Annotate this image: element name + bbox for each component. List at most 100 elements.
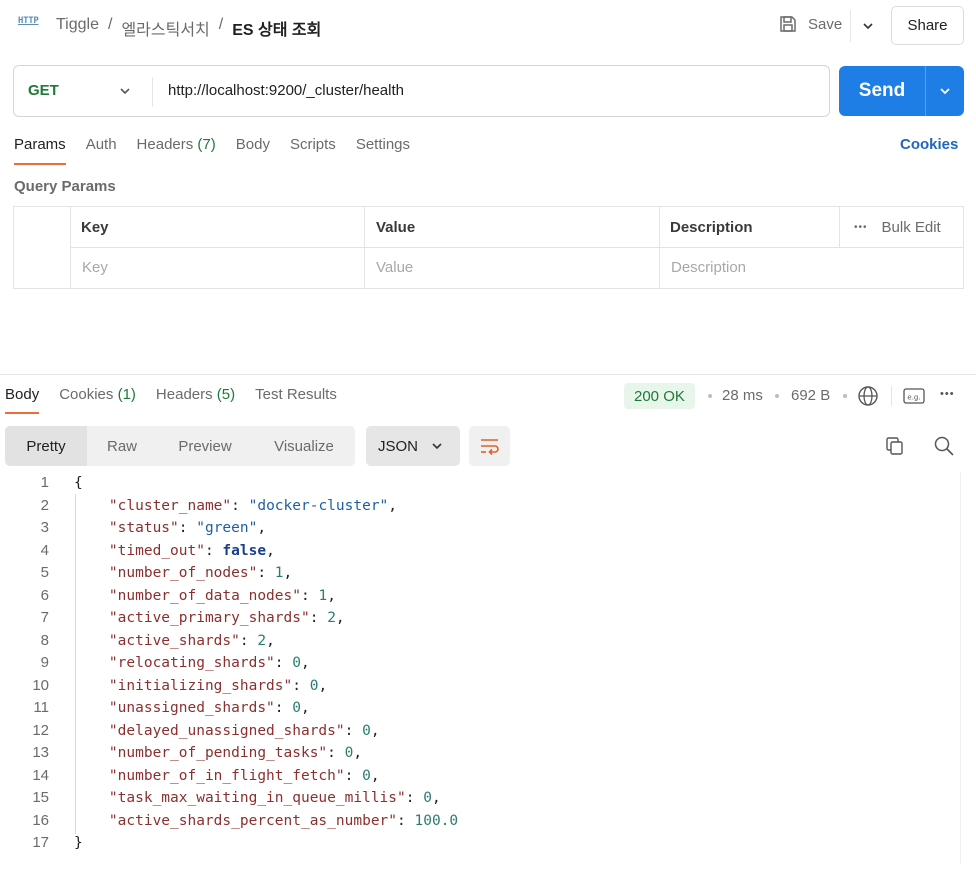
code-text: "unassigned_shards": 0, [74,697,310,720]
send-options-button[interactable] [926,66,964,116]
json-punctuation: , [266,632,275,649]
more-icon[interactable]: ••• [940,388,955,400]
breadcrumb-collection[interactable]: 엘라스틱서치 [121,16,209,40]
save-example-icon[interactable]: e.g. [903,387,925,405]
url-input[interactable]: http://localhost:9200/_cluster/health [168,82,404,99]
breadcrumb-separator: / [218,16,224,33]
json-value: 100.0 [414,812,459,829]
save-button[interactable]: Save [778,14,842,34]
tab-response-cookies[interactable]: Cookies (1) [59,386,136,414]
request-title[interactable]: ES 상태 조회 [232,16,321,40]
json-punctuation: , [388,497,398,514]
json-key: "active_shards_percent_as_number" [108,812,398,829]
code-text: "active_shards_percent_as_number": 100.0 [74,810,458,833]
json-punctuation [74,790,109,806]
format-selector[interactable]: JSON [366,426,460,466]
tab-headers-label: Headers [136,136,194,153]
separator-dot [708,394,712,398]
code-line: 9 "relocating_shards": 0, [0,652,950,675]
pane-divider[interactable] [0,374,976,375]
json-punctuation: : [257,565,275,581]
code-line: 3 "status": "green", [0,517,950,540]
code-text: "initializing_shards": 0, [74,675,327,698]
method-selector[interactable]: GET [28,82,59,99]
json-key: "number_of_data_nodes" [108,587,301,604]
json-punctuation [74,610,109,626]
search-icon[interactable] [933,435,955,457]
cookies-count: (1) [117,386,136,403]
response-size[interactable]: 692 B [791,387,830,404]
json-value: "green" [196,520,258,536]
code-line: 5 "number_of_nodes": 1, [0,562,950,585]
param-value-input[interactable]: Value [376,259,413,276]
json-punctuation [74,565,109,581]
chevron-down-icon[interactable] [118,84,132,98]
more-icon: ••• [854,222,868,233]
headers-count: (7) [197,136,216,153]
save-icon [780,16,796,32]
code-text: "cluster_name": "docker-cluster", [74,495,397,518]
view-preview[interactable]: Preview [157,426,253,466]
send-button[interactable]: Send [839,66,964,116]
status-badge[interactable]: 200 OK [624,383,695,409]
json-punctuation: : [204,542,223,559]
json-value: 0 [362,722,371,739]
wrap-lines-button[interactable] [469,426,510,466]
view-pretty[interactable]: Pretty [5,426,87,466]
json-punctuation: , [353,745,363,761]
column-header-value: Value [376,219,416,236]
bulk-edit-button[interactable]: ••• Bulk Edit [854,219,941,236]
save-options-button[interactable] [850,10,884,42]
tab-params[interactable]: Params [14,136,66,165]
tab-headers[interactable]: Headers (7) [137,136,216,165]
globe-icon[interactable] [857,385,879,407]
view-raw[interactable]: Raw [87,426,157,466]
json-key: "number_of_pending_tasks" [108,745,328,761]
response-body-viewer[interactable]: 1{2 "cluster_name": "docker-cluster", 3 "… [0,472,950,855]
url-bar: GET http://localhost:9200/_cluster/healt… [13,65,830,117]
tab-auth[interactable]: Auth [86,136,117,165]
json-punctuation [74,700,109,716]
line-number: 7 [40,609,49,626]
param-key-input[interactable]: Key [82,259,108,276]
view-visualize[interactable]: Visualize [253,426,355,466]
json-value: 2 [327,610,336,626]
json-punctuation: : [239,632,258,649]
code-text: "delayed_unassigned_shards": 0, [74,720,380,743]
json-punctuation [74,520,109,536]
code-line: 4 "timed_out": false, [0,540,950,563]
cookies-link[interactable]: Cookies [900,136,958,153]
code-line: 6 "number_of_data_nodes": 1, [0,585,950,608]
code-text: "number_of_in_flight_fetch": 0, [74,765,380,788]
code-line: 2 "cluster_name": "docker-cluster", [0,495,950,518]
json-punctuation: , [327,587,336,604]
code-text: "number_of_data_nodes": 1, [74,585,336,608]
json-punctuation: : [309,610,328,626]
response-time[interactable]: 28 ms [722,387,763,404]
tab-cookies-label: Cookies [59,386,114,403]
param-description-input[interactable]: Description [671,259,746,276]
send-label[interactable]: Send [839,66,925,116]
copy-icon[interactable] [884,435,906,457]
code-text: "task_max_waiting_in_queue_millis": 0, [74,787,441,810]
breadcrumb-workspace[interactable]: Tiggle [56,16,99,40]
tab-test-results[interactable]: Test Results [255,386,337,414]
scrollbar[interactable] [960,472,961,864]
json-punctuation: , [431,790,441,806]
view-mode-selector: Pretty Raw Preview Visualize [5,426,355,466]
tab-settings[interactable]: Settings [356,136,410,165]
line-number: 16 [32,811,49,829]
json-key: "initializing_shards" [108,677,293,694]
tab-response-body[interactable]: Body [5,386,40,414]
wrap-lines-icon [480,439,499,455]
row-divider [71,247,964,248]
json-punctuation [74,745,109,761]
share-button[interactable]: Share [891,6,964,45]
tab-scripts[interactable]: Scripts [290,136,336,165]
json-punctuation [74,588,109,604]
tab-response-headers[interactable]: Headers (5) [156,386,235,414]
code-text: "number_of_nodes": 1, [74,562,292,585]
json-punctuation: , [370,767,380,784]
tab-body[interactable]: Body [236,136,270,165]
query-params-title: Query Params [14,178,116,195]
